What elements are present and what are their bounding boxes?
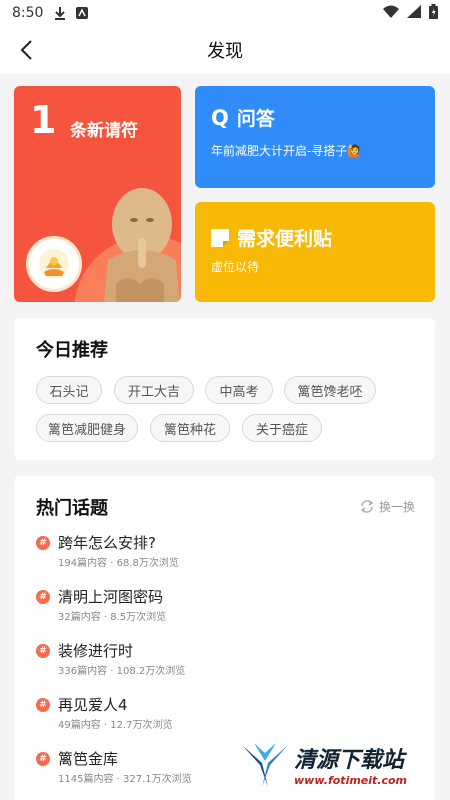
battery-icon (429, 3, 438, 23)
new-note-count: 1 (30, 98, 57, 142)
qa-title: 问答 (236, 108, 275, 130)
hashtag-icon: # (36, 536, 50, 550)
tag-item[interactable]: 中高考 (205, 376, 273, 404)
hashtag-icon: # (36, 644, 50, 658)
status-time: 8:50 (12, 5, 44, 21)
topic-item[interactable]: # 装修进行时 336篇内容 · 108.2万次浏览 (36, 640, 416, 680)
qa-card[interactable]: Q 问答 年前减肥大计开启-寻搭子🙋 (195, 86, 435, 188)
topic-meta: 336篇内容 · 108.2万次浏览 (58, 666, 186, 677)
watermark: 清源下载站 www.fotimeit.com (240, 732, 430, 796)
refresh-button[interactable]: 换一换 (360, 498, 415, 515)
wifi-icon (383, 5, 399, 22)
needs-subtitle: 虚位以待 (211, 260, 260, 274)
topic-title: 跨年怎么安排? (58, 534, 156, 552)
hashtag-icon: # (36, 590, 50, 604)
download-icon (53, 6, 67, 20)
topic-title: 篱笆金库 (58, 750, 119, 768)
figurine-illustration (104, 188, 180, 302)
hot-topics-title: 热门话题 (36, 498, 108, 519)
note-icon (211, 228, 229, 247)
nav-bar: 发现 (0, 26, 450, 74)
tag-item[interactable]: 篱笆种花 (150, 414, 230, 442)
tag-item[interactable]: 篱笆馋老呸 (284, 376, 376, 404)
qa-subtitle: 年前减肥大计开启-寻搭子🙋 (211, 144, 363, 158)
needs-title: 需求便利贴 (237, 228, 333, 250)
topic-item[interactable]: # 再见爱人4 49篇内容 · 12.7万次浏览 (36, 694, 416, 734)
topic-item[interactable]: # 跨年怎么安排? 194篇内容 · 68.8万次浏览 (36, 532, 416, 572)
tag-item[interactable]: 石头记 (36, 376, 102, 404)
app-icon (75, 6, 89, 20)
signal-icon (407, 4, 421, 22)
watermark-url: www.fotimeit.com (294, 773, 408, 787)
tag-item[interactable]: 开工大吉 (114, 376, 194, 404)
avatar[interactable] (26, 236, 82, 292)
qa-heading: Q 问答 (211, 104, 275, 131)
hashtag-icon: # (36, 752, 50, 766)
topic-meta: 194篇内容 · 68.8万次浏览 (58, 558, 179, 569)
watermark-logo-icon (240, 739, 290, 789)
page-title: 发现 (207, 41, 243, 62)
recommend-panel: 今日推荐 石头记 开工大吉 中高考 篱笆馋老呸 篱笆减肥健身 篱笆种花 关于癌症 (14, 318, 435, 460)
qa-icon: Q (211, 105, 229, 130)
refresh-label: 换一换 (378, 500, 415, 514)
topic-meta: 1145篇内容 · 327.1万次浏览 (58, 774, 192, 785)
hashtag-icon: # (36, 698, 50, 712)
topic-meta: 32篇内容 · 8.5万次浏览 (58, 612, 167, 623)
status-bar: 8:50 (0, 0, 450, 26)
watermark-name: 清源下载站 (294, 747, 405, 773)
tag-item[interactable]: 关于癌症 (242, 414, 322, 442)
needs-card[interactable]: 需求便利贴 虚位以待 (195, 202, 435, 302)
recommend-title: 今日推荐 (36, 340, 108, 361)
needs-heading: 需求便利贴 (211, 224, 332, 251)
back-arrow-icon[interactable] (12, 36, 40, 64)
new-note-card[interactable]: 1 条新请符 (14, 86, 181, 302)
topic-item[interactable]: # 清明上河图密码 32篇内容 · 8.5万次浏览 (36, 586, 416, 626)
topic-title: 清明上河图密码 (58, 588, 164, 606)
tag-item[interactable]: 篱笆减肥健身 (36, 414, 138, 442)
refresh-icon (360, 500, 374, 513)
topic-title: 再见爱人4 (58, 696, 128, 714)
topic-meta: 49篇内容 · 12.7万次浏览 (58, 720, 173, 731)
topic-title: 装修进行时 (58, 642, 134, 660)
new-note-label: 条新请符 (70, 121, 138, 141)
